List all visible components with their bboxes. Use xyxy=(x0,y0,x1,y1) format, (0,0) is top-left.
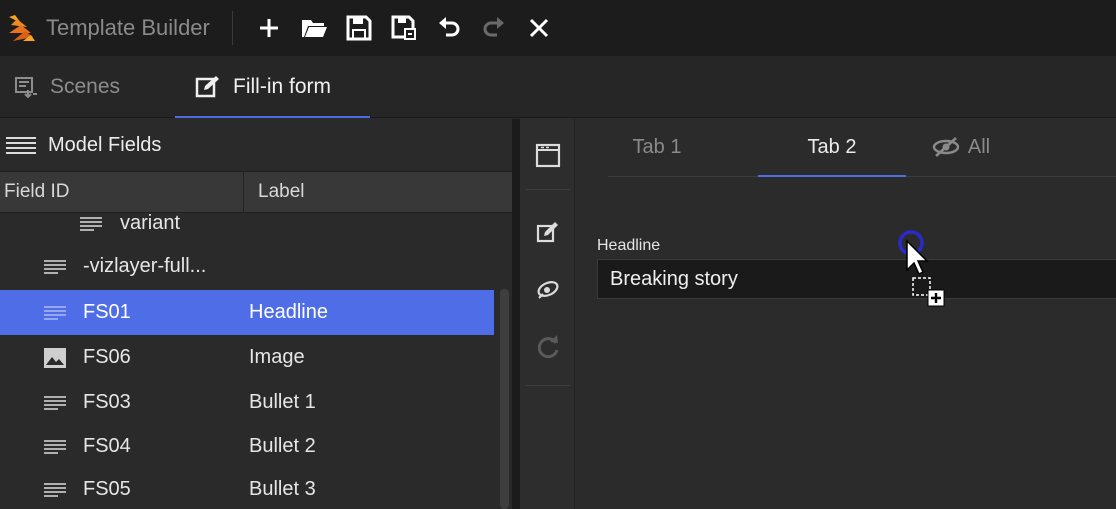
field-label: Bullet 3 xyxy=(249,478,316,500)
mode-tabs: Scenes Fill-in form xyxy=(0,56,1116,118)
tab-all-label: All xyxy=(967,135,991,158)
form-side-toolbar xyxy=(520,119,575,509)
fill-in-form-area: Tab 1 Tab 2 All Headline xyxy=(578,119,1116,509)
list-item[interactable]: FS06 Image xyxy=(0,335,494,380)
model-fields-title: Model Fields xyxy=(48,133,162,156)
field-id: -vizlayer-full... xyxy=(83,255,207,277)
list-item[interactable]: FS03 Bullet 1 xyxy=(0,380,494,425)
text-lines-icon xyxy=(44,439,66,455)
text-lines-icon xyxy=(44,259,66,275)
edit-button[interactable] xyxy=(528,211,568,255)
toolbar-divider xyxy=(526,385,570,386)
headline-input[interactable] xyxy=(597,259,1116,299)
tab-fill-in-form-label: Fill-in form xyxy=(233,74,331,98)
refresh-button[interactable] xyxy=(528,325,568,369)
frame-button[interactable] xyxy=(528,133,568,177)
new-icon xyxy=(260,19,279,37)
edit-icon xyxy=(536,222,558,243)
toolbar-divider xyxy=(526,189,570,190)
title-bar: Template Builder xyxy=(0,0,1116,56)
tab-1-label: Tab 1 xyxy=(632,135,682,158)
tab-all[interactable]: All xyxy=(926,119,996,175)
scenes-icon xyxy=(14,76,38,98)
tab-2[interactable]: Tab 2 xyxy=(758,119,906,177)
field-label: Bullet 2 xyxy=(249,435,316,457)
field-label: Image xyxy=(249,346,305,368)
save-button[interactable] xyxy=(337,8,382,48)
close-icon xyxy=(530,18,549,38)
close-button[interactable] xyxy=(517,8,562,48)
text-lines-icon xyxy=(44,395,66,411)
field-list: variant -vizlayer-full... FS01 Headline … xyxy=(0,213,512,509)
menu-lines-icon xyxy=(6,135,36,155)
field-id: FS04 xyxy=(83,435,131,457)
app-title: Template Builder xyxy=(46,15,210,40)
text-lines-icon xyxy=(44,482,66,498)
column-field-id[interactable]: Field ID xyxy=(0,172,244,212)
undo-icon xyxy=(439,17,460,37)
undo-button[interactable] xyxy=(427,8,472,48)
tab-1[interactable]: Tab 1 xyxy=(608,119,706,175)
redo-button[interactable] xyxy=(472,8,517,48)
field-table-header: Field ID Label xyxy=(0,171,512,213)
open-folder-icon xyxy=(302,20,328,37)
save-as-icon xyxy=(391,15,417,40)
text-lines-icon xyxy=(44,305,66,321)
field-id: FS03 xyxy=(83,391,131,413)
list-item[interactable]: FS05 Bullet 3 xyxy=(0,467,494,509)
image-icon xyxy=(44,347,66,368)
new-button[interactable] xyxy=(247,8,292,48)
tab-2-label: Tab 2 xyxy=(807,135,857,158)
edit-form-icon xyxy=(195,75,221,99)
refresh-icon xyxy=(537,335,559,359)
app-logo-icon xyxy=(0,0,44,56)
field-id: variant xyxy=(120,213,181,234)
save-icon xyxy=(346,15,372,41)
form-tabs: Tab 1 Tab 2 All xyxy=(608,119,1116,177)
field-label: Bullet 1 xyxy=(249,391,316,413)
preview-button[interactable] xyxy=(528,265,568,309)
field-label: Headline xyxy=(249,301,328,323)
frame-icon xyxy=(535,143,561,168)
list-item[interactable]: -vizlayer-full... xyxy=(0,244,494,289)
headline-field-label: Headline xyxy=(597,237,661,254)
tab-fill-in-form[interactable]: Fill-in form xyxy=(175,56,370,118)
tab-scenes-label: Scenes xyxy=(50,74,121,98)
open-button[interactable] xyxy=(292,8,337,48)
field-id: FS01 xyxy=(83,301,131,323)
toolbar-divider xyxy=(231,11,233,45)
save-as-button[interactable] xyxy=(382,8,427,48)
column-label[interactable]: Label xyxy=(244,181,305,203)
model-fields-panel: Model Fields Field ID Label variant -viz… xyxy=(0,119,512,509)
preview-eye-icon xyxy=(537,281,559,299)
panel-splitter[interactable] xyxy=(512,119,520,509)
field-list-scrollbar[interactable] xyxy=(500,289,509,509)
field-id: FS06 xyxy=(83,346,131,368)
list-item[interactable]: variant xyxy=(0,213,494,246)
tab-scenes[interactable]: Scenes xyxy=(0,56,175,118)
list-item[interactable]: FS04 Bullet 2 xyxy=(0,424,494,469)
text-lines-icon xyxy=(80,216,102,232)
field-id: FS05 xyxy=(83,478,131,500)
model-fields-header: Model Fields xyxy=(0,119,512,171)
hidden-eye-icon xyxy=(932,136,960,158)
list-item-selected[interactable]: FS01 Headline xyxy=(0,290,494,335)
redo-icon xyxy=(483,17,505,37)
